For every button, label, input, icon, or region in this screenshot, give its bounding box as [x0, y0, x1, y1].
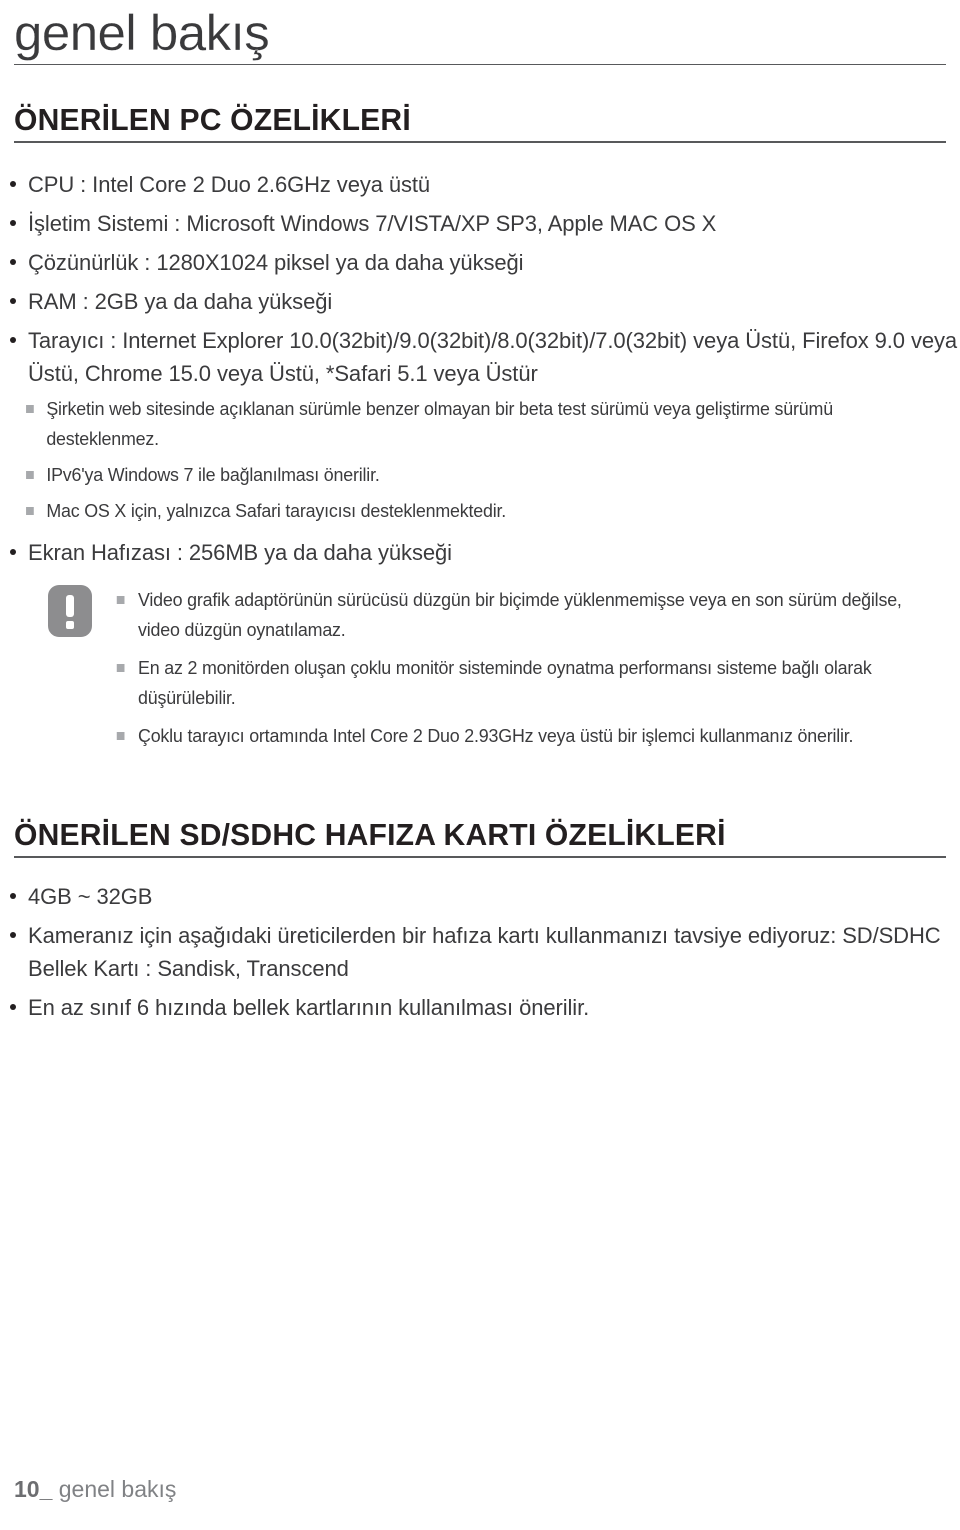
pc-specs-sub-list: Şirketin web sitesinde açıklanan sürümle… — [0, 394, 960, 526]
note-list-item: Çoklu tarayıcı ortamında Intel Core 2 Du… — [0, 721, 926, 751]
pc-specs-list: CPU : Intel Core 2 Duo 2.6GHz veya üstü … — [0, 168, 960, 575]
list-item: RAM : 2GB ya da daha yükseği — [0, 285, 960, 318]
footer-label: genel bakış — [58, 1476, 177, 1502]
running-head-title: genel bakış — [14, 5, 270, 61]
list-item: 4GB ~ 32GB — [0, 880, 960, 913]
section-heading-pc-specs: ÖNERİLEN PC ÖZELİKLERİ — [14, 102, 411, 137]
list-item: Kameranız için aşağıdaki üreticilerden b… — [0, 919, 960, 985]
sub-list-item: Mac OS X için, yalnızca Safari tarayıcıs… — [0, 496, 926, 526]
list-item: En az sınıf 6 hızında bellek kartlarının… — [0, 991, 960, 1024]
list-item: Tarayıcı : Internet Explorer 10.0(32bit)… — [0, 324, 960, 390]
section-rule-pc-specs — [14, 141, 946, 143]
note-list-item: Video grafik adaptörünün sürücüsü düzgün… — [0, 585, 926, 645]
list-item: İşletim Sistemi : Microsoft Windows 7/VI… — [0, 207, 960, 240]
page-footer: 10_ genel bakış — [14, 1478, 176, 1501]
caution-note-list: Video grafik adaptörünün sürücüsü düzgün… — [0, 585, 960, 759]
footer-page-number: 10_ — [14, 1476, 53, 1502]
note-list-item: En az 2 monitörden oluşan çoklu monitör … — [0, 653, 926, 713]
section-rule-sd-specs — [14, 856, 946, 858]
sd-specs-list: 4GB ~ 32GB Kameranız için aşağıdaki üret… — [0, 880, 960, 1030]
section-heading-sd-specs: ÖNERİLEN SD/SDHC HAFIZA KARTI ÖZELİKLERİ — [14, 817, 726, 852]
list-item: Çözünürlük : 1280X1024 piksel ya da daha… — [0, 246, 960, 279]
running-head-rule — [14, 64, 946, 65]
sub-list-item: Şirketin web sitesinde açıklanan sürümle… — [0, 394, 926, 454]
document-page: genel bakış ÖNERİLEN PC ÖZELİKLERİ CPU :… — [0, 0, 960, 1530]
sub-list-item: IPv6'ya Windows 7 ile bağlanılması öneri… — [0, 460, 926, 490]
list-item: CPU : Intel Core 2 Duo 2.6GHz veya üstü — [0, 168, 960, 201]
list-item: Ekran Hafızası : 256MB ya da daha yükseğ… — [0, 536, 960, 569]
